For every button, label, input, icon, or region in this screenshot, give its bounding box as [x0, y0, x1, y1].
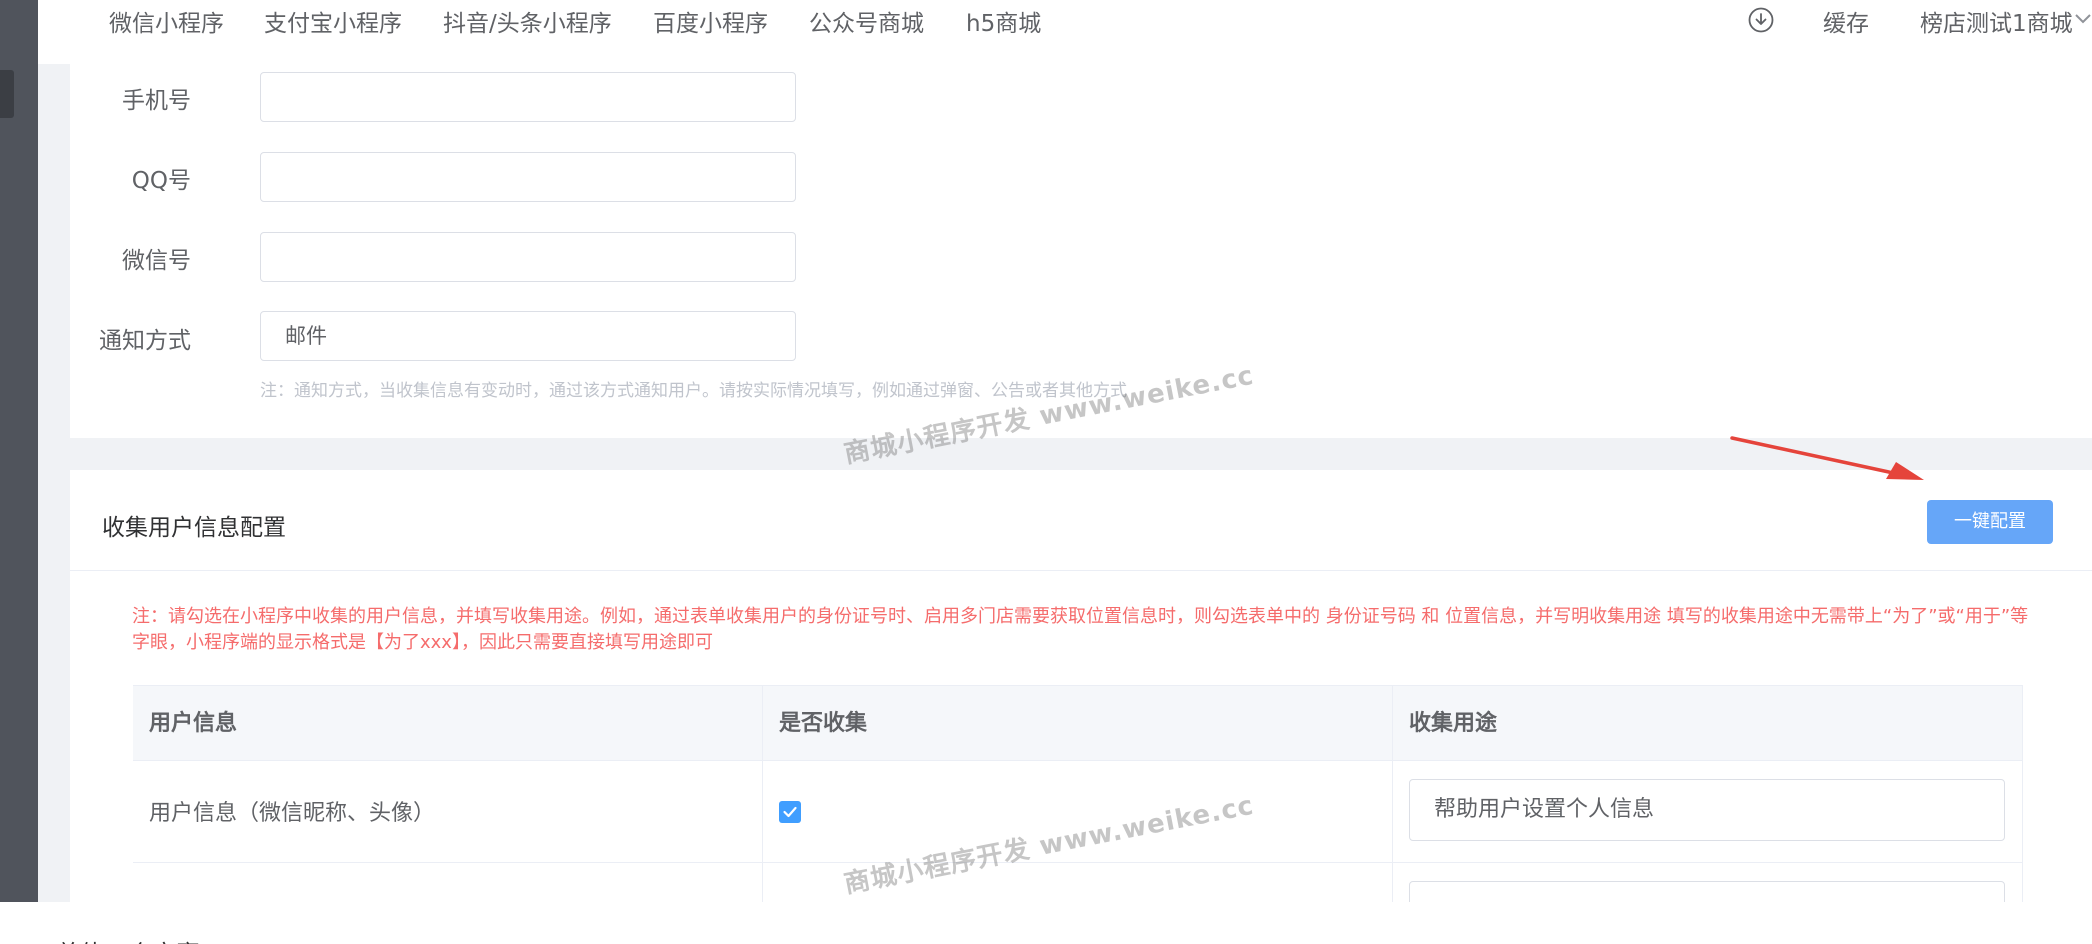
qq-label: QQ号 [131, 168, 191, 194]
bottom-caption: 总体一个方案 [56, 934, 200, 944]
nav-item-wechat-miniprogram[interactable]: 微信小程序 [109, 4, 224, 38]
purpose-input[interactable]: 帮助用户设置个人信息 [1409, 779, 2005, 841]
user-info-text: 用户信息（微信昵称、头像） [149, 801, 436, 826]
header-user-info: 用户信息 [133, 686, 763, 762]
phone-field[interactable] [260, 72, 796, 122]
wechat-field[interactable] [260, 232, 796, 282]
notify-method-label: 通知方式 [99, 328, 191, 354]
wechat-label: 微信号 [122, 248, 191, 274]
annotation-arrow-icon [1730, 436, 1924, 480]
notify-method-field[interactable]: 邮件 [260, 311, 796, 361]
check-icon [783, 806, 797, 818]
table-row [133, 863, 2023, 902]
top-nav: 微信小程序 支付宝小程序 抖音/头条小程序 百度小程序 公众号商城 h5商城 缓… [38, 0, 2092, 64]
header-purpose: 收集用途 [1393, 686, 2023, 762]
table-header: 用户信息 是否收集 收集用途 [133, 685, 2023, 762]
qq-field[interactable] [260, 152, 796, 202]
table-cell [133, 863, 763, 902]
nav-item-baidu-miniprogram[interactable]: 百度小程序 [653, 4, 768, 38]
cache-button[interactable]: 缓存 [1823, 4, 1869, 38]
collect-notice: 注：请勾选在小程序中收集的用户信息，并填写收集用途。例如，通过表单收集用户的身份… [132, 606, 2029, 653]
header-is-collected: 是否收集 [763, 686, 1393, 762]
chevron-down-icon[interactable] [2074, 12, 2092, 26]
download-circle-icon[interactable] [1748, 7, 1774, 33]
table-cell: 用户信息（微信昵称、头像） [133, 761, 763, 863]
screen: 微信小程序 支付宝小程序 抖音/头条小程序 百度小程序 公众号商城 h5商城 缓… [0, 0, 2092, 944]
sidebar [0, 0, 38, 902]
nav-item-official-account-mall[interactable]: 公众号商城 [809, 4, 924, 38]
card-title: 收集用户信息配置 [102, 515, 286, 541]
nav-item-alipay-miniprogram[interactable]: 支付宝小程序 [264, 4, 402, 38]
contact-form-card: 手机号 QQ号 微信号 通知方式 邮件 注：通知方式，当收集信息有变动时，通过该… [70, 64, 2092, 438]
main-content: 微信小程序 支付宝小程序 抖音/头条小程序 百度小程序 公众号商城 h5商城 缓… [38, 0, 2092, 902]
purpose-input[interactable] [1409, 881, 2005, 902]
sidebar-active-marker[interactable] [0, 70, 14, 118]
notify-method-hint: 注：通知方式，当收集信息有变动时，通过该方式通知用户。请按实际情况填写，例如通过… [260, 381, 1127, 401]
table-cell: 帮助用户设置个人信息 [1393, 761, 2023, 863]
shop-name[interactable]: 榜店测试1商城 [1920, 4, 2073, 38]
phone-label: 手机号 [122, 88, 191, 114]
nav-item-douyin-miniprogram[interactable]: 抖音/头条小程序 [443, 4, 612, 38]
collect-checkbox[interactable] [779, 801, 801, 823]
bottom-strip [0, 902, 2092, 944]
nav-item-h5-mall[interactable]: h5商城 [966, 4, 1041, 38]
one-click-config-button[interactable]: 一键配置 [1927, 500, 2053, 544]
divider [70, 570, 2092, 571]
table-cell [1393, 863, 2023, 902]
